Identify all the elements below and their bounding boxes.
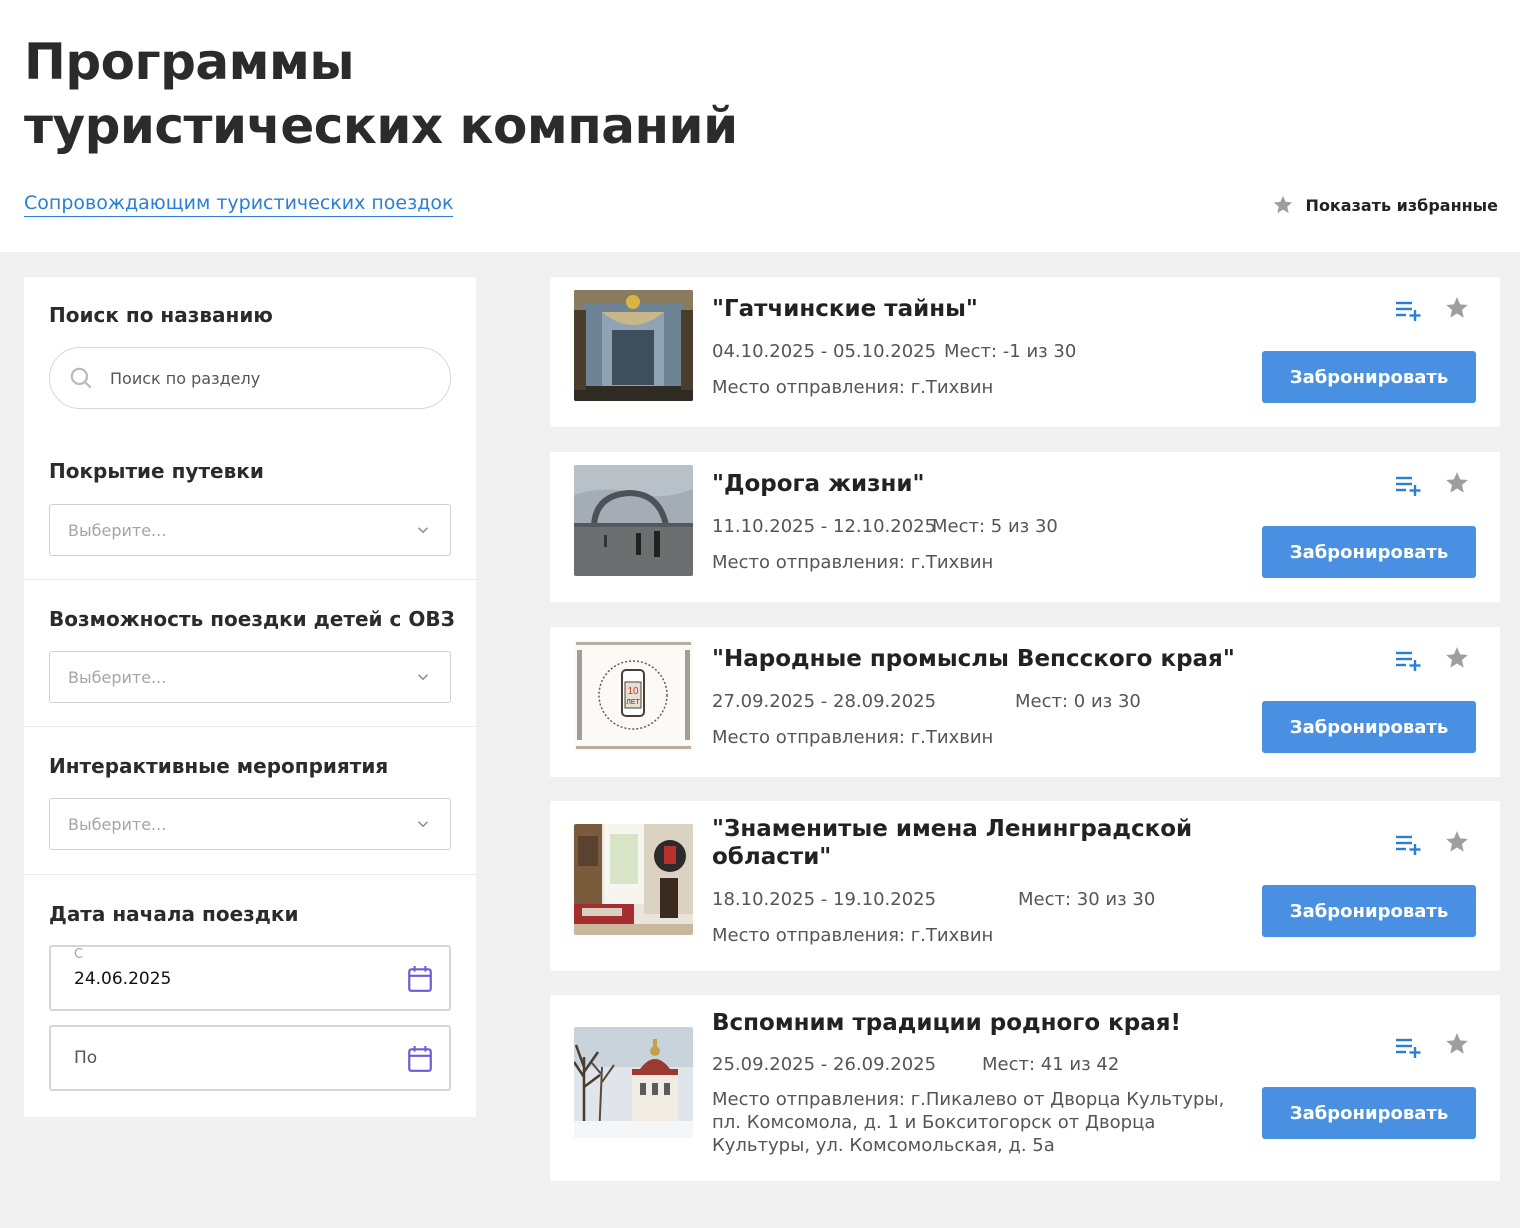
book-button[interactable]: Забронировать [1262,1087,1476,1139]
tour-card: "Гатчинские тайны" 04.10.2025 - 05.10.20… [550,277,1500,427]
filter-disabled-children-section: Возможность поездки детей с ОВЗ Выберите… [24,579,476,726]
book-button[interactable]: Забронировать [1262,701,1476,753]
book-button[interactable]: Забронировать [1262,351,1476,403]
star-icon[interactable] [1444,295,1470,321]
filter-start-date-label: Дата начала поездки [49,902,299,926]
tour-title[interactable]: "Народные промыслы Вепсского края" [712,645,1272,673]
coverage-select[interactable]: Выберите... [49,504,451,556]
tour-dates: 04.10.2025 - 05.10.2025 [712,341,937,362]
star-icon [1273,195,1292,214]
tour-image[interactable]: 10 ЛЕТ [574,640,693,751]
chevron-down-icon [417,821,429,828]
playlist-add-icon[interactable] [1394,473,1422,497]
filter-search-section: Поиск по названию [24,277,476,429]
tour-seats: Мест: 5 из 30 [932,516,1058,537]
star-icon[interactable] [1444,1031,1470,1057]
tour-departure: Место отправления: г.Тихвин [712,552,994,573]
book-button[interactable]: Забронировать [1262,526,1476,578]
tour-image[interactable] [574,465,693,576]
tour-image[interactable] [574,1027,693,1138]
tour-departure: Место отправления: г.Тихвин [712,727,994,748]
filter-disabled-children-label: Возможность поездки детей с ОВЗ [49,607,455,631]
tour-card: 10 ЛЕТ "Народные промыслы Вепсского края… [550,627,1500,777]
show-favorites-toggle[interactable]: Показать избранные [1272,194,1498,216]
tour-card: "Дорога жизни" 11.10.2025 - 12.10.2025 М… [550,452,1500,602]
filter-start-date-section: Дата начала поездки С 24.06.2025 По [24,874,476,1117]
tour-seats: Мест: 41 из 42 [982,1054,1120,1075]
coverage-select-placeholder: Выберите... [68,520,167,540]
date-from-field[interactable]: С 24.06.2025 [49,945,451,1011]
star-icon[interactable] [1444,645,1470,671]
calendar-icon[interactable] [407,965,433,993]
chevron-down-icon [417,527,429,534]
chevron-down-icon [417,674,429,681]
date-to-field[interactable]: По [49,1025,451,1091]
playlist-add-icon[interactable] [1394,832,1422,856]
tour-seats: Мест: 0 из 30 [1015,691,1141,712]
page-title: Программы туристических компаний [24,33,738,155]
tour-title[interactable]: Вспомним традиции родного края! [712,1009,1232,1037]
book-button[interactable]: Забронировать [1262,885,1476,937]
tour-dates: 11.10.2025 - 12.10.2025 [712,516,937,537]
filter-interactive-section: Интерактивные мероприятия Выберите... [24,726,476,874]
playlist-add-icon[interactable] [1394,1035,1422,1059]
tour-dates: 27.09.2025 - 28.09.2025 [712,691,937,712]
date-to-placeholder: По [74,1048,98,1068]
page-header: Программы туристических компаний Сопрово… [0,0,1520,252]
disabled-children-select-placeholder: Выберите... [68,667,167,687]
filter-coverage-label: Покрытие путевки [49,459,264,483]
guide-link[interactable]: Сопровождающим туристических поездок [24,192,454,217]
star-icon[interactable] [1444,829,1470,855]
tour-seats: Мест: 30 из 30 [1018,889,1156,910]
filters-panel: Поиск по названию Покрытие путевки Выбер… [24,277,476,1117]
tour-image[interactable] [574,290,693,401]
date-from-value: 24.06.2025 [74,969,172,989]
tour-image[interactable] [574,824,693,935]
tour-departure: Место отправления: г.Пикалево от Дворца … [712,1089,1225,1156]
calendar-icon[interactable] [407,1045,433,1073]
interactive-select-placeholder: Выберите... [68,814,167,834]
search-input[interactable] [110,368,410,388]
filter-interactive-label: Интерактивные мероприятия [49,754,389,778]
tour-dates: 18.10.2025 - 19.10.2025 [712,889,937,910]
image-number-text: 10 [627,686,639,697]
tour-title[interactable]: "Гатчинские тайны" [712,295,1232,323]
content-area: Поиск по названию Покрытие путевки Выбер… [0,252,1520,1228]
tour-title[interactable]: "Дорога жизни" [712,470,1232,498]
show-favorites-label: Показать избранные [1305,195,1498,215]
tour-dates: 25.09.2025 - 26.09.2025 [712,1054,937,1075]
image-word-text: ЛЕТ [626,699,640,706]
filter-coverage-section: Покрытие путевки Выберите... [24,429,476,579]
tour-card: Вспомним традиции родного края! 25.09.20… [550,995,1500,1181]
star-icon[interactable] [1444,470,1470,496]
tour-seats: Мест: -1 из 30 [944,341,1077,362]
tour-card: "Знаменитые имена Ленинградской области"… [550,801,1500,971]
search-icon [70,367,92,389]
tour-departure: Место отправления: г.Тихвин [712,377,994,398]
playlist-add-icon[interactable] [1394,298,1422,322]
search-input-wrapper[interactable] [49,347,451,409]
filter-search-label: Поиск по названию [49,303,273,327]
tour-departure: Место отправления: г.Тихвин [712,925,994,946]
playlist-add-icon[interactable] [1394,648,1422,672]
date-from-label: С [74,947,84,962]
tour-title[interactable]: "Знаменитые имена Ленинградской области" [712,815,1232,871]
disabled-children-select[interactable]: Выберите... [49,651,451,703]
interactive-select[interactable]: Выберите... [49,798,451,850]
